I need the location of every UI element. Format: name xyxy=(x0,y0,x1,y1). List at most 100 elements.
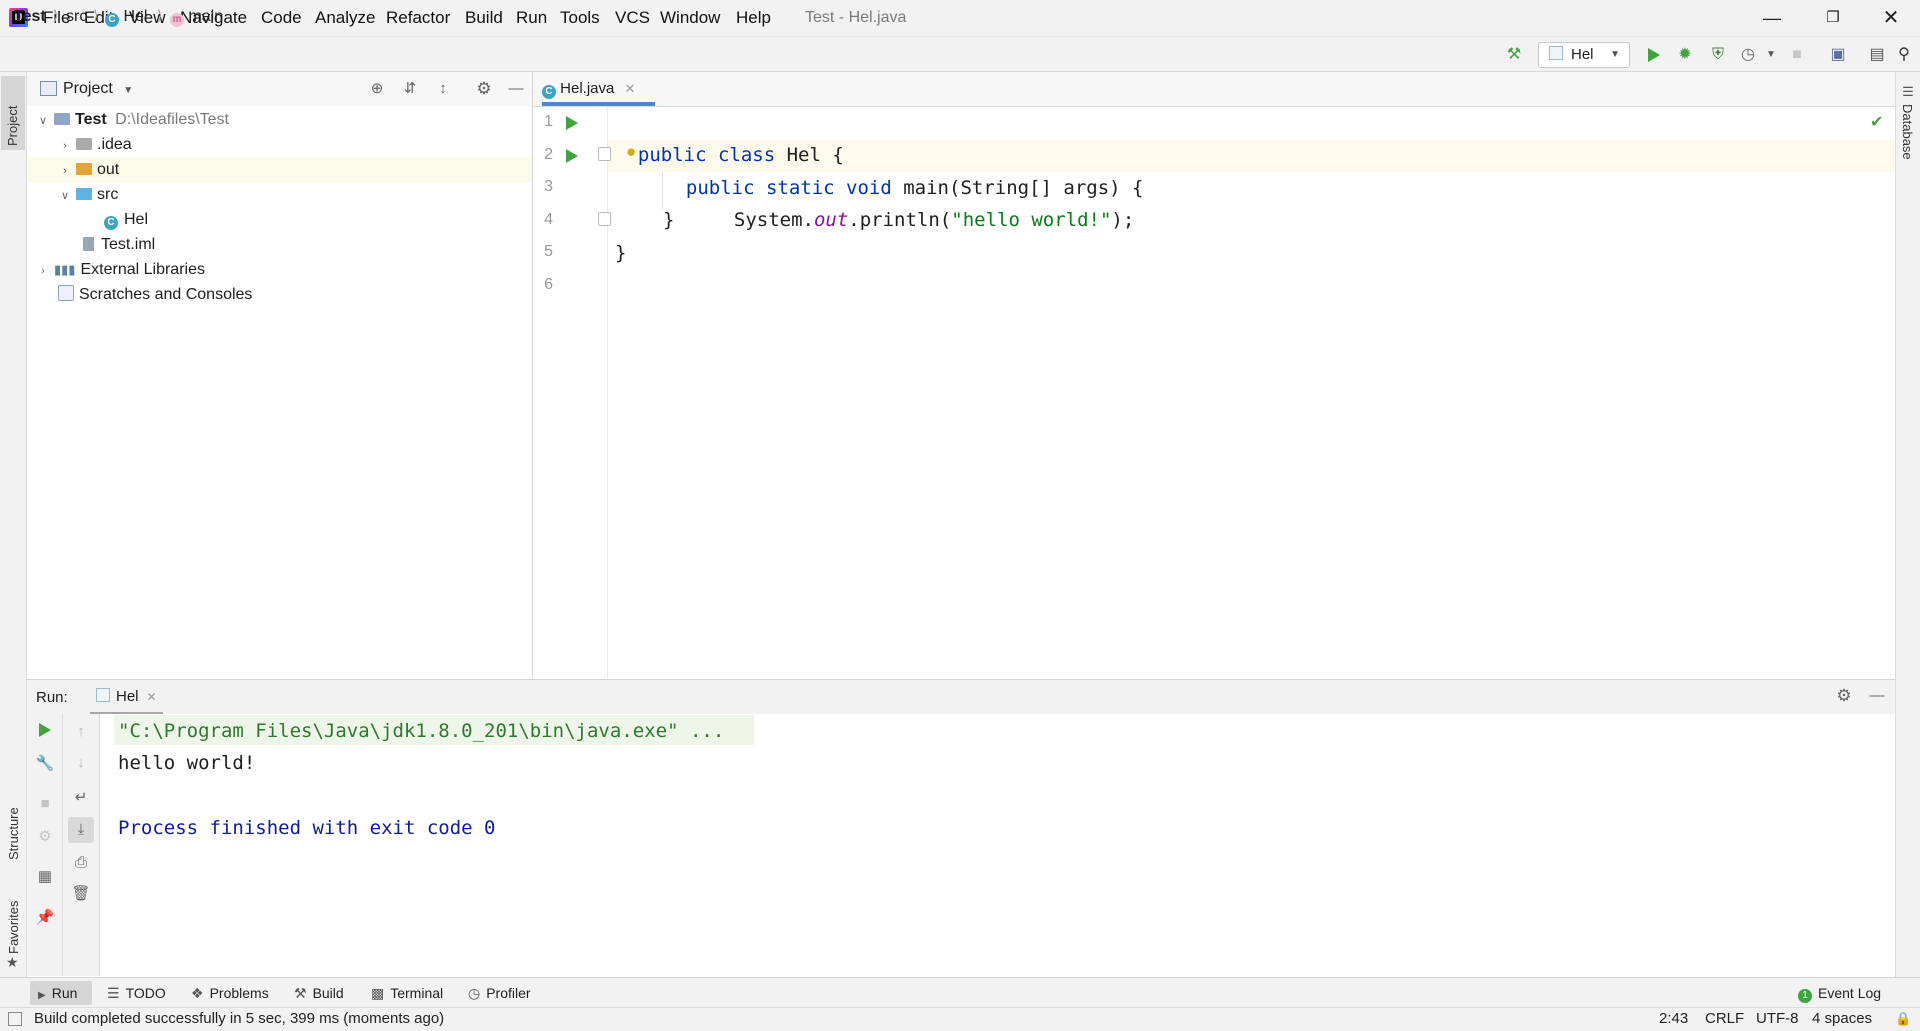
wrench-icon[interactable]: 🔧 xyxy=(34,753,56,775)
tool-tab-terminal[interactable]: ▩ Terminal xyxy=(371,981,443,1005)
menu-code[interactable]: Code xyxy=(261,7,302,29)
caret-position[interactable]: 2:43 xyxy=(1659,1008,1688,1029)
tree-item-test-iml[interactable]: Test.iml xyxy=(83,232,155,257)
coverage-icon[interactable]: ⛨ xyxy=(1707,44,1729,66)
tool-tab-run[interactable]: ▶ Run xyxy=(30,981,92,1005)
chevron-down-icon: ∨ xyxy=(60,190,70,202)
run-main-gutter-icon[interactable] xyxy=(566,149,578,163)
restore-window-button[interactable]: ❐ xyxy=(1810,4,1856,32)
scroll-to-end-icon[interactable]: ⤓ xyxy=(68,817,94,843)
breadcrumb-folder[interactable]: src xyxy=(66,8,87,26)
breadcrumb-project[interactable]: Test xyxy=(14,8,46,26)
star-icon: ★ xyxy=(6,954,19,970)
build-hammer-icon[interactable]: ⚒ xyxy=(1503,44,1525,66)
status-message: Build completed successfully in 5 sec, 3… xyxy=(34,1010,445,1027)
print-icon[interactable]: ⎙ xyxy=(70,852,92,874)
tool-tab-profiler[interactable]: ◷ Profiler xyxy=(468,981,531,1005)
menu-help[interactable]: Help xyxy=(736,7,771,29)
gear-icon[interactable]: ⚙ xyxy=(1833,685,1855,707)
code-static-field: out xyxy=(813,209,849,231)
libraries-icon: ▮▮▮ xyxy=(54,262,76,277)
run-button[interactable] xyxy=(1648,48,1660,62)
fold-icon[interactable] xyxy=(598,212,611,226)
project-side-tab[interactable]: Project xyxy=(1,76,25,150)
code-line-4[interactable]: } xyxy=(663,204,674,236)
indent-setting[interactable]: 4 spaces xyxy=(1812,1008,1872,1029)
arrow-down-icon[interactable]: ↓ xyxy=(70,752,92,774)
tree-item-hel[interactable]: C Hel xyxy=(104,207,148,232)
scratches-icon xyxy=(58,285,74,301)
breadcrumb-class[interactable]: C Hel xyxy=(105,8,147,27)
close-tab-icon[interactable]: ✕ xyxy=(147,690,157,704)
project-view-selector[interactable]: Project ▼ xyxy=(63,80,133,100)
tool-tab-todo[interactable]: ☰ TODO xyxy=(107,981,166,1005)
run-class-gutter-icon[interactable] xyxy=(566,116,578,130)
menu-vcs[interactable]: VCS xyxy=(615,7,650,29)
minimize-window-button[interactable]: — xyxy=(1749,4,1795,32)
close-window-button[interactable]: ✕ xyxy=(1868,4,1914,32)
layout-icon[interactable]: ▦ xyxy=(34,866,56,888)
code-line-5[interactable]: } xyxy=(615,237,626,269)
menu-window[interactable]: Window xyxy=(660,7,720,29)
line-number: 1 xyxy=(544,113,553,130)
expand-all-icon[interactable]: ⇵ xyxy=(399,78,421,100)
chevron-down-icon[interactable]: ▼ xyxy=(1760,44,1782,66)
hide-panel-icon[interactable]: — xyxy=(505,78,527,100)
tree-item-idea[interactable]: › .idea xyxy=(58,132,132,157)
rerun-button[interactable] xyxy=(39,723,51,737)
code-text: System. xyxy=(733,209,814,231)
code-text: ); xyxy=(1111,209,1135,231)
close-tab-icon[interactable]: ✕ xyxy=(625,81,636,96)
menu-analyze[interactable]: Analyze xyxy=(315,7,375,29)
locate-file-icon[interactable]: ⊕ xyxy=(366,78,388,100)
tree-item-out[interactable]: › out xyxy=(28,157,532,182)
soft-wrap-icon[interactable]: ↵ xyxy=(70,787,92,809)
lock-icon[interactable]: 🔒 xyxy=(1895,1008,1911,1029)
tree-item-project-root[interactable]: ∨ Test D:\Ideafiles\Test xyxy=(36,107,229,132)
run-tab-hel[interactable]: Hel ✕ xyxy=(90,681,163,715)
menu-run[interactable]: Run xyxy=(516,7,547,29)
code-line-3[interactable]: System.out.println("hello world!"); xyxy=(711,172,1134,236)
active-tab-indicator xyxy=(542,102,655,106)
breadcrumb-method[interactable]: m main xyxy=(170,8,223,27)
tool-tab-label: TODO xyxy=(125,985,166,1001)
tool-tab-problems[interactable]: ❖ Problems xyxy=(191,981,269,1005)
favorites-side-tab[interactable]: Favorites ★ xyxy=(3,880,25,970)
console-line-command: "C:\Program Files\Java\jdk1.8.0_201\bin\… xyxy=(118,720,725,742)
search-icon[interactable]: ⚲ xyxy=(1893,44,1915,66)
console-line-output: hello world! xyxy=(118,752,256,774)
arrow-up-icon[interactable]: ↑ xyxy=(70,721,92,743)
profile-icon[interactable]: ◷ xyxy=(1737,44,1759,66)
editor-tab-hel-java[interactable]: C Hel.java ✕ xyxy=(542,72,635,106)
debug-bug-icon[interactable]: ✹ xyxy=(1674,44,1696,66)
tree-item-external-libraries[interactable]: › ▮▮▮ External Libraries xyxy=(36,257,205,282)
toggle-tool-windows-icon[interactable] xyxy=(8,1012,22,1026)
tree-item-src[interactable]: ∨ src xyxy=(58,182,118,207)
stop-icon[interactable]: ■ xyxy=(1786,44,1808,66)
file-encoding[interactable]: UTF-8 xyxy=(1756,1008,1799,1029)
structure-side-tab[interactable]: Structure xyxy=(3,780,25,860)
pin-tab-icon[interactable]: 📌 xyxy=(34,907,56,929)
menu-tools[interactable]: Tools xyxy=(560,7,600,29)
console-output[interactable] xyxy=(100,714,1895,976)
code-text: .println( xyxy=(848,209,952,231)
hide-panel-icon[interactable]: — xyxy=(1866,685,1888,707)
database-side-tab[interactable]: ☰ Database xyxy=(1897,84,1919,174)
stop-icon[interactable]: ■ xyxy=(34,793,56,815)
menu-build[interactable]: Build xyxy=(465,7,503,29)
project-side-tab-label: Project xyxy=(5,105,20,146)
trash-icon[interactable]: 🗑 xyxy=(70,883,92,905)
code-string: "hello world!" xyxy=(951,209,1112,231)
project-structure-icon[interactable]: ▣ xyxy=(1827,44,1849,66)
gear-icon[interactable]: ⚙ xyxy=(473,78,495,100)
event-log-button[interactable]: 1 Event Log xyxy=(1798,981,1881,1005)
fold-icon[interactable] xyxy=(598,147,611,161)
tool-tab-build[interactable]: ⚒ Build xyxy=(294,981,344,1005)
menu-refactor[interactable]: Refactor xyxy=(386,7,450,29)
restore-layout-icon[interactable]: ⚙ xyxy=(34,826,56,848)
tree-item-scratches[interactable]: Scratches and Consoles xyxy=(58,282,252,307)
line-separator[interactable]: CRLF xyxy=(1705,1008,1744,1029)
run-configuration-select[interactable]: Hel ▼ xyxy=(1538,42,1630,68)
window-layout-icon[interactable]: ▤ xyxy=(1866,44,1888,66)
collapse-all-icon[interactable]: ↕ xyxy=(432,78,454,100)
